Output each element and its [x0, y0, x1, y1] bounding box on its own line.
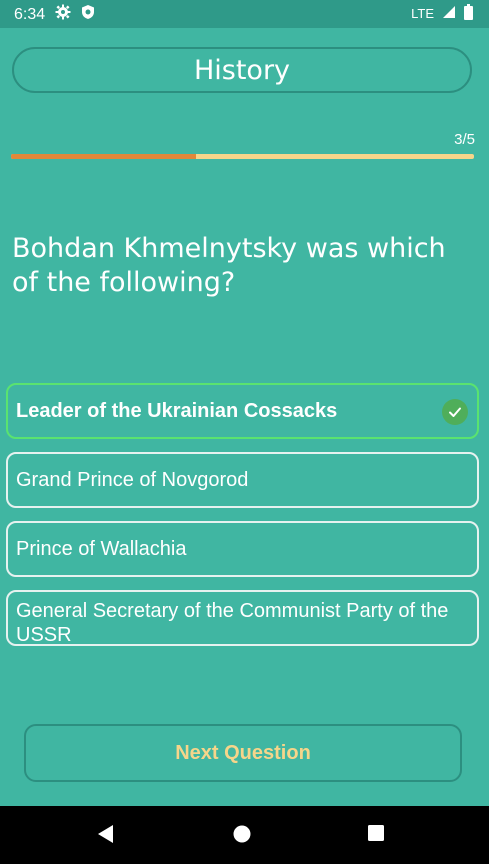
status-time: 6:34: [14, 5, 46, 23]
question-text: Bohdan Khmelnytsky was which of the foll…: [12, 233, 446, 298]
gear-icon: [55, 4, 71, 25]
status-right: LTE: [411, 4, 473, 23]
status-bar: 6:34 LTE: [0, 0, 489, 28]
answer-label: Prince of Wallachia: [16, 538, 187, 560]
answer-option-3[interactable]: Prince of Wallachia: [6, 521, 479, 577]
progress-bar-fill: [11, 154, 197, 159]
category-header: History: [12, 47, 472, 93]
signal-icon: [442, 5, 456, 22]
shield-icon: [81, 4, 95, 25]
answer-label: Leader of the Ukrainian Cossacks: [16, 400, 338, 422]
progress-counter: 3/5: [454, 131, 475, 148]
status-left: 6:34: [14, 4, 95, 25]
next-question-label: Next Question: [175, 741, 311, 764]
network-label: LTE: [411, 6, 434, 21]
home-icon[interactable]: [232, 824, 252, 849]
answer-option-4[interactable]: General Secretary of the Communist Party…: [6, 590, 479, 646]
answer-label: Grand Prince of Novgorod: [16, 469, 249, 491]
page-title: History: [193, 54, 291, 86]
check-icon: [442, 399, 468, 425]
progress-bar: [11, 154, 474, 159]
recents-icon[interactable]: [367, 824, 385, 847]
navigation-bar: [0, 806, 489, 864]
battery-icon: [464, 4, 473, 23]
next-question-button[interactable]: Next Question: [24, 724, 462, 782]
answer-option-2[interactable]: Grand Prince of Novgorod: [6, 452, 479, 508]
answer-label: General Secretary of the Communist Party…: [16, 600, 449, 646]
back-icon[interactable]: [97, 824, 115, 849]
answer-option-1[interactable]: Leader of the Ukrainian Cossacks: [6, 383, 479, 439]
